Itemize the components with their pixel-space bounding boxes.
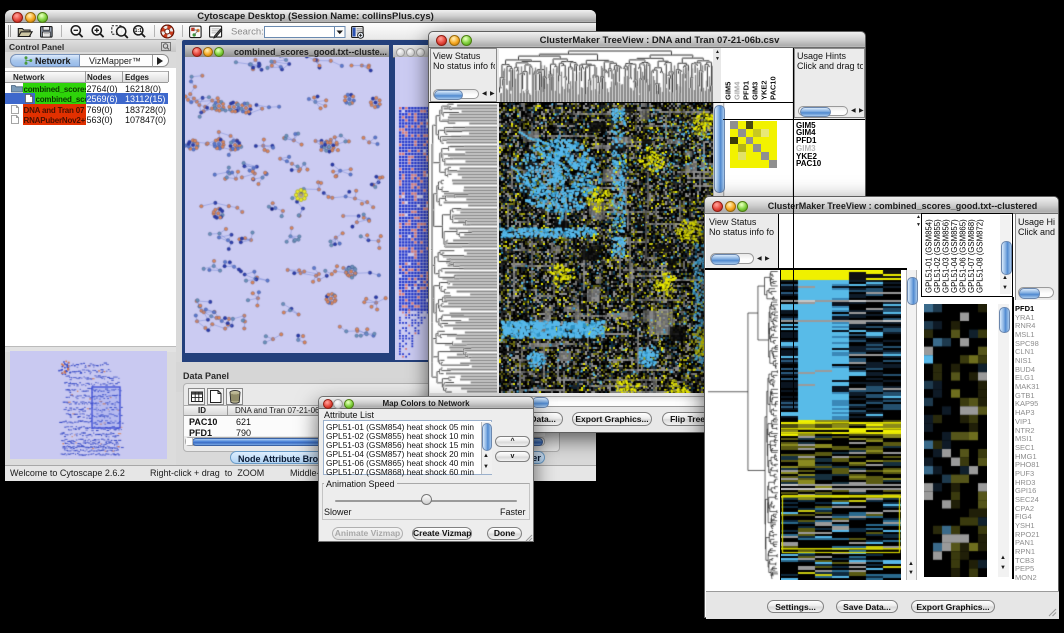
- svg-text:YKE2: YKE2: [760, 80, 769, 100]
- svg-text:1:1: 1:1: [135, 28, 142, 34]
- svg-text:GIM5: GIM5: [724, 82, 733, 100]
- svg-text:GIM4: GIM4: [733, 81, 742, 100]
- svg-text:PAC10: PAC10: [769, 76, 778, 100]
- svg-text:PFD1: PFD1: [742, 81, 751, 100]
- svg-text:Search:: Search:: [231, 27, 264, 38]
- svg-text:GIM3: GIM3: [751, 82, 760, 100]
- svg-text:GPL51-08 (GSM872): GPL51-08 (GSM872): [976, 219, 985, 293]
